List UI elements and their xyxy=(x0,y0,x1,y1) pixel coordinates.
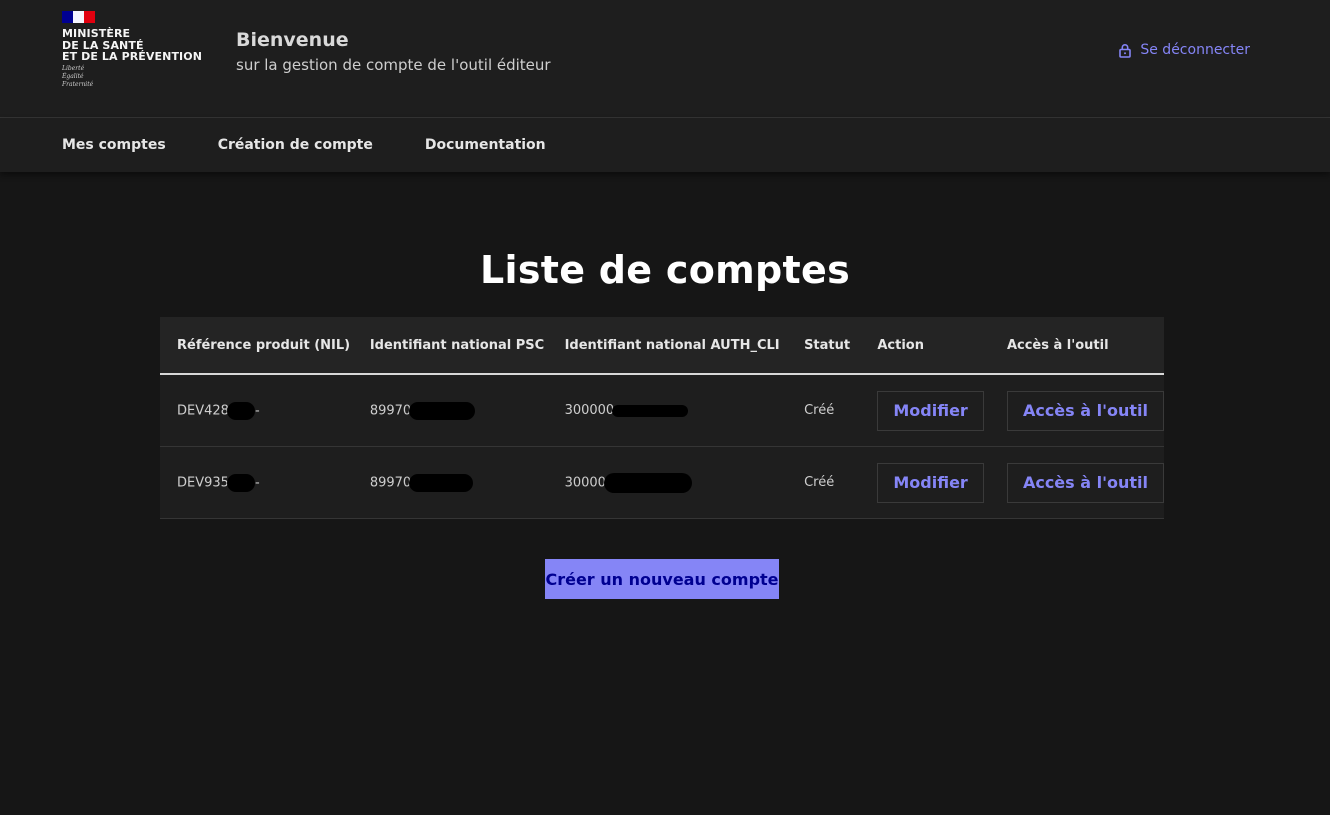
cell-auth-cli: 30000 xyxy=(548,447,787,519)
cell-reference: DEV428 - xyxy=(160,374,353,447)
redaction-mark xyxy=(612,404,689,417)
cell-action: Modifier xyxy=(860,374,990,447)
cell-psc: 89970 xyxy=(353,374,548,447)
reference-value: DEV428 xyxy=(177,403,229,418)
auth-cli-value: 300000 xyxy=(564,403,615,418)
cell-access: Accès à l'outil xyxy=(990,447,1164,519)
cell-access: Accès à l'outil xyxy=(990,374,1164,447)
logout-link[interactable]: Se déconnecter xyxy=(1118,42,1250,58)
cell-auth-cli: 300000 xyxy=(548,374,787,447)
create-account-button[interactable]: Créer un nouveau compte xyxy=(545,559,779,599)
column-header-status: Statut xyxy=(787,317,861,375)
reference-tail: - xyxy=(254,403,260,418)
french-flag-icon xyxy=(62,11,95,23)
accounts-table: Référence produit (NIL) Identifiant nati… xyxy=(160,317,1164,519)
header: MINISTÈRE DE LA SANTÉ ET DE LA PRÉVENTIO… xyxy=(0,0,1330,118)
reference-tail: - xyxy=(254,475,260,490)
psc-value: 89970 xyxy=(369,475,412,490)
column-header-auth-cli: Identifiant national AUTH_CLI xyxy=(547,317,788,375)
tool-access-button[interactable]: Accès à l'outil xyxy=(1006,462,1164,503)
psc-value: 89970 xyxy=(369,403,412,418)
page-title: Liste de comptes xyxy=(479,248,850,292)
redaction-mark xyxy=(603,472,692,493)
redaction-mark xyxy=(226,401,255,420)
column-header-reference: Référence produit (NIL) xyxy=(160,317,353,375)
nav-item-mes-comptes[interactable]: Mes comptes xyxy=(62,137,166,153)
modify-button[interactable]: Modifier xyxy=(877,390,984,431)
cell-reference: DEV935 - xyxy=(160,447,353,519)
accounts-table-container: Référence produit (NIL) Identifiant nati… xyxy=(160,317,1164,519)
ministry-name: MINISTÈRE DE LA SANTÉ ET DE LA PRÉVENTIO… xyxy=(62,27,203,63)
logout-label: Se déconnecter xyxy=(1140,42,1250,58)
cell-psc: 89970 xyxy=(353,447,548,519)
lock-icon xyxy=(1118,43,1132,58)
cell-status: Créé xyxy=(804,403,835,418)
welcome-subtitle: sur la gestion de compte de l'outil édit… xyxy=(236,56,551,74)
main-nav: Mes comptes Création de compte Documenta… xyxy=(0,118,1330,172)
nav-item-documentation[interactable]: Documentation xyxy=(425,137,546,153)
welcome-block: Bienvenue sur la gestion de compte de l'… xyxy=(236,28,551,74)
table-header-row: Référence produit (NIL) Identifiant nati… xyxy=(160,317,1164,375)
column-header-action: Action xyxy=(860,317,990,375)
ministry-logo[interactable]: MINISTÈRE DE LA SANTÉ ET DE LA PRÉVENTIO… xyxy=(62,11,202,89)
republic-motto: Liberté Égalité Fraternité xyxy=(62,64,94,88)
table-row: DEV428 - 89970 300000 Créé Modifier Accès… xyxy=(160,374,1164,447)
column-header-access: Accès à l'outil xyxy=(989,317,1164,375)
reference-value: DEV935 xyxy=(177,475,229,490)
cell-action: Modifier xyxy=(860,447,990,519)
nav-item-creation-de-compte[interactable]: Création de compte xyxy=(218,137,373,153)
column-header-psc: Identifiant national PSC xyxy=(352,317,548,375)
welcome-title: Bienvenue xyxy=(236,29,349,51)
modify-button[interactable]: Modifier xyxy=(877,462,984,503)
redaction-mark xyxy=(409,473,474,492)
auth-cli-value: 30000 xyxy=(564,475,606,490)
redaction-mark xyxy=(409,401,476,420)
tool-access-button[interactable]: Accès à l'outil xyxy=(1006,390,1164,431)
table-row: DEV935 - 89970 30000 Créé Modifier Accès … xyxy=(160,446,1164,519)
redaction-mark xyxy=(226,473,255,492)
cell-status: Créé xyxy=(804,475,835,490)
